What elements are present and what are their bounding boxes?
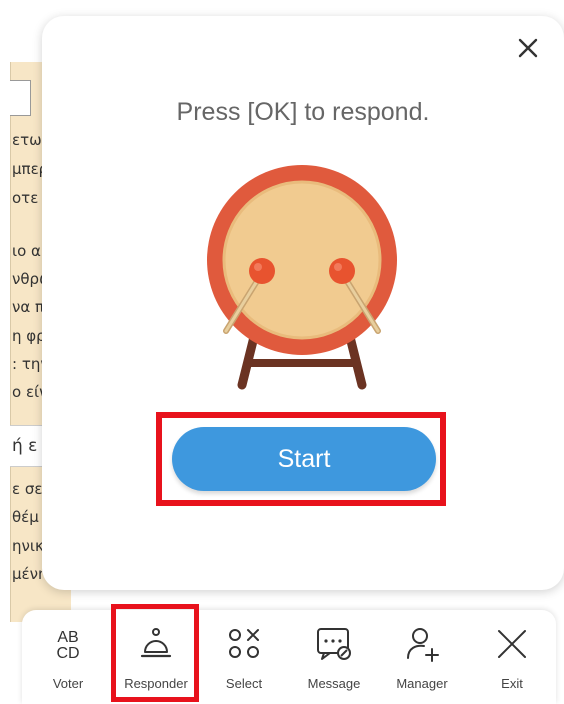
abcd-icon: AB CD [56,629,79,662]
background-text: μπερ [12,160,42,178]
background-input [10,80,31,116]
toolbar-message[interactable]: Message [294,620,374,700]
exit-icon [498,630,526,658]
message-icon [317,628,351,660]
user-add-icon [407,628,439,662]
toolbar-message-label: Message [307,676,361,691]
toolbar-voter-label: Voter [52,676,84,691]
bell-icon [140,628,172,658]
background-text: οτε [12,189,39,207]
background-text: νθρώ [12,270,42,288]
toolbar-responder-label: Responder [124,676,188,691]
background-text: ή ε [12,436,38,456]
prompt-text: Press [OK] to respond. [176,98,430,126]
drum-illustration [202,163,402,403]
toolbar-select-label: Select [225,676,263,691]
toolbar-exit-label: Exit [501,676,523,691]
background-text: ετωπ [12,131,42,149]
close-icon [518,38,538,58]
background-text: ηνικ [12,537,42,555]
close-button[interactable] [514,34,542,62]
svg-text:AB: AB [57,629,78,646]
start-button[interactable]: Start [172,427,436,491]
background-text: θέμ [12,508,39,526]
toolbar-select[interactable]: Select [204,620,284,700]
toolbar-responder[interactable]: Responder [116,620,196,700]
background-text: να π [12,298,42,316]
toolbar-voter[interactable]: AB CD Voter [28,620,108,700]
toolbar-manager-label: Manager [396,676,448,691]
toolbar-manager[interactable]: Manager [382,620,462,700]
background-text: ο είν [12,383,42,401]
drum-icon [207,165,397,390]
svg-text:CD: CD [56,645,79,662]
select-icon [229,629,259,658]
responder-popup: Press [OK] to respond. Start [42,16,564,590]
background-text: : την [12,355,42,373]
background-text: η φρ [12,327,42,345]
background-text: ιο α [12,242,41,260]
background-text: μένη [12,565,42,583]
bottom-toolbar: AB CD Voter Responder Select Message Man… [22,604,556,704]
background-text: ε σε [12,480,42,498]
toolbar-exit[interactable]: Exit [472,620,552,700]
